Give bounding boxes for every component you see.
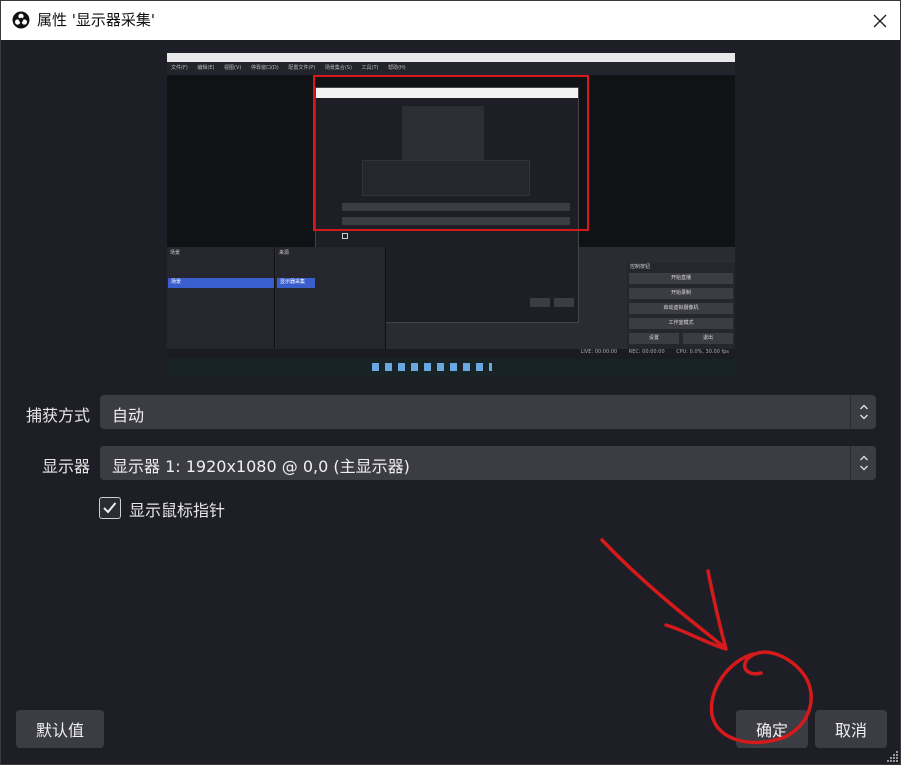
display-label: 显示器 [42, 457, 91, 476]
defaults-button[interactable]: 默认值 [16, 710, 104, 748]
preview-controls-header: 控制按钮 [630, 264, 651, 270]
preview-scenes-dock: 场景 场景 [167, 247, 275, 349]
ok-button[interactable]: 确定 [736, 710, 808, 748]
preview-taskbar [167, 359, 735, 376]
preview-control-button: 启动虚拟摄像机 [629, 303, 733, 314]
up-down-chevron-icon [859, 455, 868, 471]
capture-method-value: 自动 [112, 406, 145, 425]
preview-menu-item: 帮助(H) [388, 65, 406, 71]
preview-menu-item: 工具(T) [361, 65, 379, 71]
preview-menu-item: 视图(V) [224, 65, 242, 71]
preview-controls-dock: 控制按钮 开始直播 开始录制 启动虚拟摄像机 工作室模式 设置 退出 [627, 263, 735, 349]
source-preview: 文件(F) 编辑(E) 视图(V) 停靠窗口(D) 配置文件(P) 场景集合(S… [17, 40, 886, 377]
resize-grip-icon[interactable] [885, 749, 899, 763]
preview-control-button: 退出 [683, 333, 733, 344]
preview-control-button: 工作室模式 [629, 318, 733, 329]
preview-screenshot: 文件(F) 编辑(E) 视图(V) 停靠窗口(D) 配置文件(P) 场景集合(S… [167, 53, 735, 376]
close-icon [873, 14, 887, 27]
preview-control-button: 设置 [629, 333, 679, 344]
preview-control-button: 开始直播 [629, 273, 733, 284]
preview-control-button: 开始录制 [629, 288, 733, 299]
preview-scenes-header: 场景 [170, 250, 181, 256]
capture-method-label: 捕获方式 [26, 406, 91, 425]
display-spin[interactable] [850, 446, 876, 480]
preview-menu-item: 场景集合(S) [324, 65, 352, 71]
preview-statusbar: LIVE: 00:00:00 REC: 00:00:00 CPU: 0.0%, … [167, 349, 735, 359]
show-cursor-checkbox[interactable] [99, 497, 121, 519]
close-button[interactable] [859, 1, 901, 40]
preview-sources-dock: 来源 显示器采集 [276, 247, 386, 349]
display-select[interactable]: 显示器 1: 1920x1080 @ 0,0 (主显示器) [100, 446, 876, 480]
title-bar[interactable]: 属性 '显示器采集' [1, 1, 900, 40]
preview-menu-item: 文件(F) [171, 65, 188, 71]
preview-status-live: LIVE: 00:00:00 [580, 349, 618, 355]
capture-method-spin[interactable] [850, 395, 876, 429]
preview-sources-header: 来源 [279, 250, 290, 256]
preview-scene-item: 场景 [168, 278, 274, 288]
preview-source-item: 显示器采集 [277, 278, 315, 288]
preview-status-rec: REC: 00:00:00 [628, 349, 665, 355]
preview-menu-item: 停靠窗口(D) [250, 65, 279, 71]
up-down-chevron-icon [859, 404, 868, 420]
capture-method-select[interactable]: 自动 [100, 395, 876, 429]
window-title: 属性 '显示器采集' [37, 11, 156, 29]
cancel-button[interactable]: 取消 [815, 710, 887, 748]
show-cursor-label: 显示鼠标指针 [129, 501, 226, 520]
preview-menubar: 文件(F) 编辑(E) 视图(V) 停靠窗口(D) 配置文件(P) 场景集合(S… [167, 53, 735, 75]
preview-selection-box [313, 75, 589, 231]
preview-menu-item: 编辑(E) [197, 65, 215, 71]
preview-status-cpu: CPU: 0.0%, 30.00 fps [676, 349, 729, 355]
obs-icon [12, 11, 30, 29]
properties-window: 属性 '显示器采集' 文件(F) 编辑(E) 视图(V) 停靠窗口(D) 配置文… [0, 0, 901, 765]
display-value: 显示器 1: 1920x1080 @ 0,0 (主显示器) [112, 457, 410, 476]
check-icon [103, 502, 117, 514]
preview-menu-item: 配置文件(P) [288, 65, 316, 71]
